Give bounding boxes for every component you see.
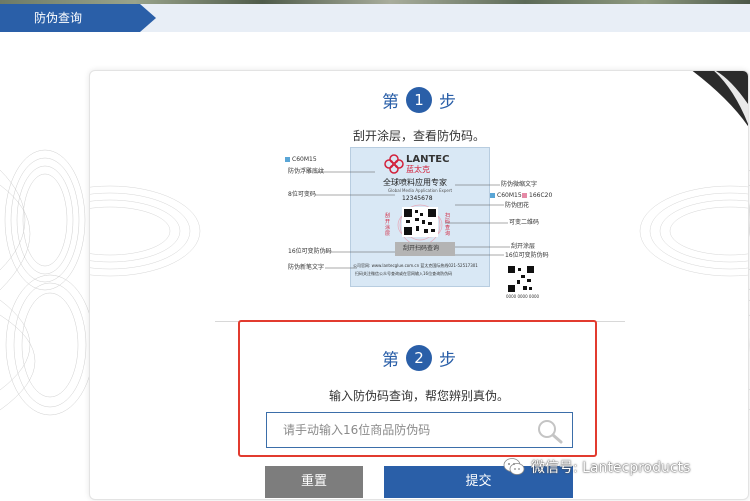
tab-label: 防伪查询 [34, 11, 83, 25]
wechat-watermark: 微信号: Lantecproducts [503, 456, 690, 478]
guilloche-left-pattern [0, 149, 95, 416]
tab-anti-counterfeit-query[interactable]: 防伪查询 [0, 4, 140, 32]
card-guilloche-right [639, 185, 748, 277]
callout-leader-lines [315, 171, 510, 269]
anti-counterfeit-search-box [266, 412, 573, 448]
reset-button[interactable]: 重置 [265, 466, 363, 498]
anti-counterfeit-code-input[interactable] [267, 413, 527, 447]
label-diagram: LANTEC 蓝太克 全球喷料应用专家 Global Media Applica… [285, 147, 555, 307]
step1-description: 刮开涂层，查看防伪码。 [352, 129, 485, 143]
step1-prefix: 第 [382, 92, 399, 113]
step1-suffix: 步 [439, 92, 456, 113]
wechat-watermark-text: 微信号: Lantecproducts [531, 460, 691, 476]
tab-arrow [140, 4, 156, 32]
card-guilloche-left [90, 185, 201, 277]
search-icon[interactable] [536, 418, 564, 444]
step1-number-badge: 1 [406, 87, 432, 113]
step1-heading: 第1步 [90, 87, 748, 113]
wechat-icon [503, 458, 525, 475]
